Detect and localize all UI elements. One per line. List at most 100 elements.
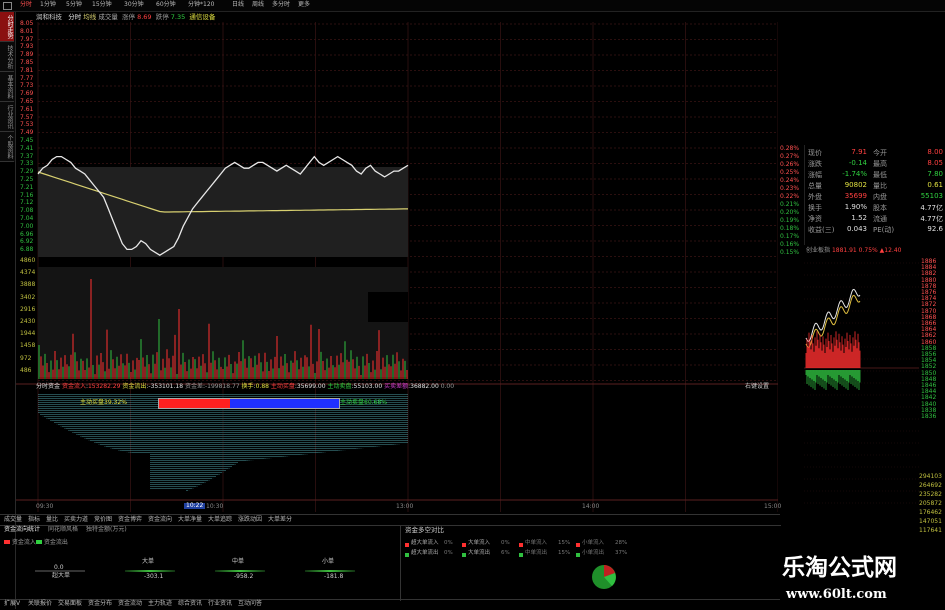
indicator-tab[interactable]: 大单追踪 (208, 517, 232, 523)
index-change: ▲12.40 (879, 247, 902, 254)
pct-tick: 0.27% (780, 153, 800, 160)
indicator-tab[interactable]: 买卖力道 (64, 517, 88, 523)
period-tab[interactable]: 多分时 (272, 2, 290, 8)
left-tab[interactable]: 分时走势 (0, 12, 14, 42)
flow-tab[interactable]: 同花顺风格 (48, 527, 78, 533)
pct-tick: 0.15% (780, 249, 800, 256)
indicator-tab[interactable]: 成交量 (4, 517, 22, 523)
pct-tick: 0.16% (780, 241, 800, 248)
period-tab[interactable]: 更多 (298, 2, 310, 8)
quote-value: 55103 (920, 192, 943, 200)
period-tab[interactable]: 1分钟 (40, 2, 56, 8)
period-tab[interactable]: 30分钟 (124, 2, 144, 8)
active-sell-value: 55103.00 (353, 383, 383, 390)
period-tab[interactable]: 60分钟 (156, 2, 176, 8)
legend-in-label: 资金流入 (11, 539, 36, 546)
quote-row: 总量 90802 量比 0.61 (808, 181, 943, 192)
price-tick: 7.12 (20, 199, 34, 207)
bottom-tab[interactable]: 关联报价 (28, 601, 52, 607)
quote-value: 35699 (844, 192, 867, 200)
price-tick: 8.05 (20, 20, 34, 27)
turnover-label: 换手 (241, 383, 254, 390)
period-tab[interactable]: 日线 (232, 2, 244, 8)
price-tick: 7.49 (20, 129, 34, 137)
indicator-tab[interactable]: 资金流向 (148, 517, 172, 523)
limit-down-label: 跌停 (155, 13, 169, 21)
flow-column-name: 小单 (322, 558, 335, 565)
period-tab[interactable]: 周线 (252, 2, 264, 8)
period-tab[interactable]: 5分钟 (66, 2, 82, 8)
left-tab[interactable]: 基本资料 (0, 72, 14, 102)
index-vol-tick: 264692 (919, 482, 942, 489)
quote-label: 股本 (873, 204, 887, 212)
quote-row: 净资 1.52 流通 4.77亿 (808, 214, 943, 225)
compare-label: 大单流出 (468, 550, 491, 556)
volume-tick: 3402 (20, 293, 36, 301)
period-tab[interactable]: 分时 (20, 2, 32, 8)
quote-label: 最低 (873, 171, 887, 179)
index-tick: 1836 (921, 413, 937, 420)
index-vol-tick: 205872 (919, 500, 942, 507)
right-click-settings[interactable]: 右键设置 (745, 384, 769, 390)
indicator-tab[interactable]: 大单差分 (268, 517, 292, 523)
price-tick: 7.65 (20, 98, 34, 105)
quote-label: PE(动) (873, 226, 895, 234)
flow-column-name: 超大单 (52, 572, 71, 579)
compare-label: 小单流入 (582, 540, 605, 546)
flow-tab[interactable]: 独特金额(万元) (86, 527, 127, 533)
quote-value: 7.80 (927, 170, 943, 178)
bottom-tab[interactable]: 扩展V (4, 601, 20, 607)
bottom-tab[interactable]: 主力轨迹 (148, 601, 172, 607)
compare-swatch (462, 543, 466, 547)
active-buy-label: 主动买盘 (270, 383, 295, 390)
left-tab[interactable]: 个股资料 (0, 132, 14, 162)
fund-in-label: 资金流入 (61, 383, 86, 390)
flow-tab[interactable]: 资金流向统计 (4, 527, 40, 533)
quote-label: 外盘 (808, 193, 822, 201)
price-tick: 7.37 (20, 152, 34, 160)
watermark-url: www.60lt.com (786, 587, 887, 602)
avg-label: 均线 (83, 13, 97, 21)
quote-label: 量比 (873, 182, 887, 190)
compare-title: 资金多空对比 (405, 526, 444, 534)
period-tab[interactable]: 15分钟 (92, 2, 112, 8)
bottom-tab[interactable]: 互动问答 (238, 601, 262, 607)
time-0930: 09:30 (36, 503, 54, 510)
left-tab[interactable]: 技术分析 (0, 42, 14, 72)
price-axis-left: 8.05 8.01 7.97 7.93 7.89 7.85 7.81 7.77 7.73 7.69… (18, 20, 38, 253)
quote-label: 收益(三) (808, 226, 835, 234)
time-1030: 10:30 (206, 503, 224, 510)
price-tick: 7.77 (20, 74, 34, 82)
compare-label: 小单流出 (582, 550, 605, 556)
fund-info-line: 分时资金 资金流入:153282.29 资金流出:-353101.18 资金差:… (36, 383, 455, 390)
indicator-tab[interactable]: 指标 (28, 517, 40, 523)
price-tick: 7.85 (20, 59, 34, 66)
bottom-tab[interactable]: 综合资讯 (178, 601, 202, 607)
left-side-tabs: 分时走势 技术分析 基本资料 行业资讯 个股资料 (0, 12, 15, 162)
price-tick: 7.73 (20, 82, 34, 90)
indicator-tab[interactable]: 量比 (46, 517, 58, 523)
indicator-tab[interactable]: 涨跌动因 (238, 517, 262, 523)
bottom-tab[interactable]: 资金分布 (88, 601, 112, 607)
compare-label: 大单流入 (468, 540, 491, 546)
compare-panel: 资金多空对比 超大单流入 0% 大单流入 0% 中单流入 15% 小单流入 28% 超大单流出 0… (400, 525, 781, 601)
bottom-tab[interactable]: 行业资讯 (208, 601, 232, 607)
quote-label: 最高 (873, 160, 887, 168)
main-chart[interactable] (16, 22, 778, 512)
indicator-tab[interactable]: 大单净量 (178, 517, 202, 523)
bottom-tab[interactable]: 资金流动 (118, 601, 142, 607)
price-tick: 7.81 (20, 66, 34, 74)
index-vol-tick: 235282 (919, 491, 942, 498)
compare-pct: 15% (558, 550, 571, 556)
quote-row: 换手 1.90% 股本 4.77亿 (808, 203, 943, 214)
left-tab[interactable]: 行业资讯 (0, 102, 14, 132)
indicator-tab[interactable]: 竞价图 (94, 517, 112, 523)
period-tab[interactable]: 分钟*120 (188, 2, 214, 8)
bottom-tab[interactable]: 交易面板 (58, 601, 82, 607)
active-sell-label: 主动卖盘 (327, 383, 352, 390)
ratio-sell-text: 主动卖盘60.68% (340, 400, 387, 406)
price-tick: 6.92 (20, 238, 34, 246)
quote-label: 流通 (873, 215, 887, 223)
index-pct: 0.75% (858, 247, 878, 254)
indicator-tab[interactable]: 资金博弈 (118, 517, 142, 523)
